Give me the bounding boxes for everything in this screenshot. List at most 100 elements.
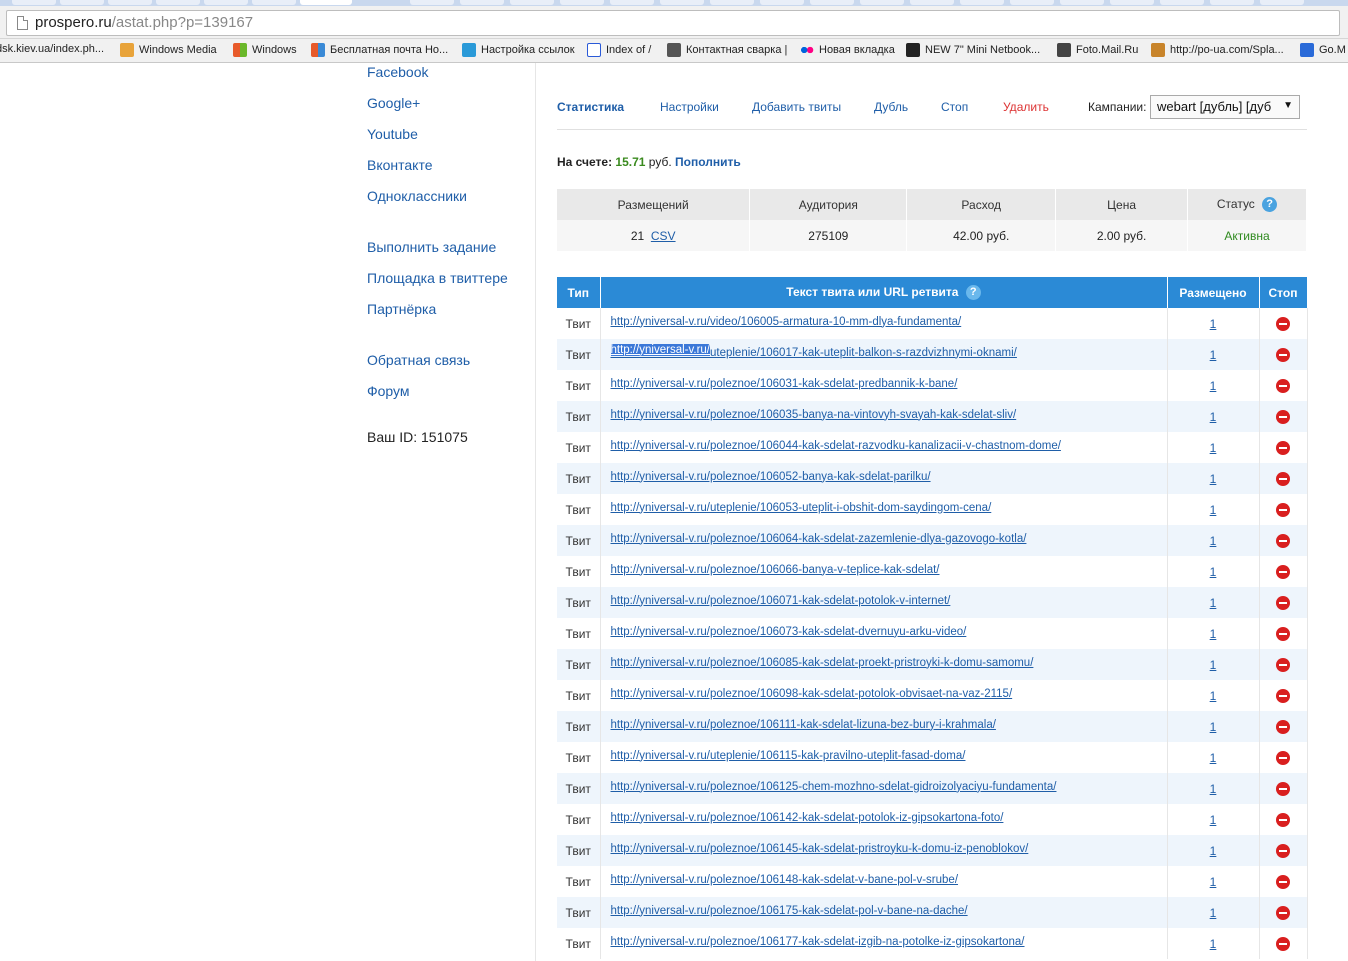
stop-icon[interactable] [1276, 347, 1290, 362]
campaign-select[interactable]: webart [дубль] [дуб ▼ [1150, 95, 1300, 119]
tweet-url-link[interactable]: http://yniversal-v.ru/poleznoe/106052-ba… [611, 471, 931, 483]
tweet-url-link[interactable]: http://yniversal-v.ru/poleznoe/106177-ka… [611, 936, 1025, 948]
placed-count-link[interactable]: 1 [1210, 534, 1217, 548]
browser-tab[interactable] [1010, 0, 1054, 5]
browser-tab[interactable] [1110, 0, 1154, 5]
stop-icon[interactable] [1276, 874, 1290, 889]
stop-icon[interactable] [1276, 316, 1290, 331]
stop-icon[interactable] [1276, 750, 1290, 765]
stop-icon[interactable] [1276, 471, 1290, 486]
tweet-url-link[interactable]: http://yniversal-v.ru/poleznoe/106031-ka… [611, 378, 958, 390]
stop-icon[interactable] [1276, 688, 1290, 703]
tweet-url-link[interactable]: http://yniversal-v.ru/poleznoe/106064-ka… [611, 533, 1027, 545]
placed-count-link[interactable]: 1 [1210, 503, 1217, 517]
placed-count-link[interactable]: 1 [1210, 906, 1217, 920]
sidebar-link-googleplus[interactable]: Google+ [367, 95, 420, 111]
help-icon[interactable]: ? [1262, 197, 1278, 213]
tweet-url-link[interactable]: http://yniversal-v.ru/uteplenie/106053-u… [611, 502, 992, 514]
tweet-url-link[interactable]: http://yniversal-v.ru/poleznoe/106148-ka… [611, 874, 959, 886]
browser-tab[interactable] [156, 0, 200, 5]
browser-tab[interactable] [460, 0, 504, 5]
sidebar-link-forum[interactable]: Форум [367, 383, 410, 399]
browser-tab[interactable] [410, 0, 454, 5]
stop-icon[interactable] [1276, 595, 1290, 610]
stop-icon[interactable] [1276, 378, 1290, 393]
sidebar-link-feedback[interactable]: Обратная связь [367, 352, 470, 368]
placed-count-link[interactable]: 1 [1210, 751, 1217, 765]
browser-tab[interactable] [560, 0, 604, 5]
csv-link[interactable]: CSV [651, 229, 676, 243]
browser-tab[interactable] [1260, 0, 1304, 5]
tweet-url-link[interactable]: http://yniversal-v.ru/poleznoe/106111-ka… [611, 719, 996, 731]
stop-icon[interactable] [1276, 812, 1290, 827]
tab-statistics[interactable]: Статистика [557, 100, 624, 114]
bookmark-item[interactable]: Бесплатная почта Но... [311, 43, 448, 57]
placed-count-link[interactable]: 1 [1210, 348, 1217, 362]
placed-count-link[interactable]: 1 [1210, 317, 1217, 331]
tweet-url-link[interactable]: http://yniversal-v.ru/poleznoe/106071-ka… [611, 595, 951, 607]
bookmark-item[interactable]: NEW 7" Mini Netbook... [906, 43, 1040, 57]
browser-tab[interactable] [810, 0, 854, 5]
url-text[interactable]: prospero.ru/astat.php?p=139167 [35, 14, 253, 31]
bookmark-item[interactable]: Go.M [1300, 43, 1346, 57]
placed-count-link[interactable]: 1 [1210, 720, 1217, 734]
placed-count-link[interactable]: 1 [1210, 782, 1217, 796]
browser-tab[interactable] [910, 0, 954, 5]
bookmark-item[interactable]: Windows Media [120, 43, 217, 57]
tweet-url-link[interactable]: http://yniversal-v.ru/poleznoe/106073-ka… [611, 626, 967, 638]
placed-count-link[interactable]: 1 [1210, 937, 1217, 951]
browser-tab[interactable] [204, 0, 248, 5]
browser-tab[interactable] [710, 0, 754, 5]
delete-button[interactable]: Удалить [1003, 100, 1049, 114]
browser-tab[interactable] [1210, 0, 1254, 5]
sidebar-link-twitter-platform[interactable]: Площадка в твиттере [367, 270, 508, 286]
bookmark-item[interactable]: dsk.kiev.ua/index.ph... [0, 43, 104, 55]
stop-icon[interactable] [1276, 657, 1290, 672]
stop-icon[interactable] [1276, 719, 1290, 734]
placed-count-link[interactable]: 1 [1210, 875, 1217, 889]
browser-tab[interactable] [252, 0, 296, 5]
browser-tab[interactable] [1060, 0, 1104, 5]
sidebar-link-facebook[interactable]: Facebook [367, 64, 428, 80]
tweet-url-link[interactable]: http://yniversal-v.ru/poleznoe/106066-ba… [611, 564, 940, 576]
placed-count-link[interactable]: 1 [1210, 596, 1217, 610]
stop-icon[interactable] [1276, 626, 1290, 641]
bookmark-item[interactable]: Foto.Mail.Ru [1057, 43, 1138, 57]
sidebar-link-youtube[interactable]: Youtube [367, 126, 418, 142]
tweet-url-link[interactable]: http://yniversal-v.ru/poleznoe/106035-ba… [611, 409, 1017, 421]
placed-count-link[interactable]: 1 [1210, 844, 1217, 858]
tab-settings[interactable]: Настройки [660, 100, 719, 114]
tab-stop[interactable]: Стоп [941, 100, 968, 114]
browser-tab[interactable] [12, 0, 56, 5]
tweet-url-link[interactable]: http://yniversal-v.ru/uteplenie/106115-k… [611, 750, 966, 762]
help-icon[interactable]: ? [965, 285, 981, 301]
placed-count-link[interactable]: 1 [1210, 410, 1217, 424]
tweet-url-link[interactable]: http://yniversal-v.ru/poleznoe/106044-ka… [611, 440, 1061, 452]
sidebar-link-odnoklassniki[interactable]: Одноклассники [367, 188, 467, 204]
tweet-url-link[interactable]: http://yniversal-v.ru/poleznoe/106142-ka… [611, 812, 1004, 824]
placed-count-link[interactable]: 1 [1210, 379, 1217, 393]
tab-add-tweets[interactable]: Добавить твиты [752, 100, 841, 114]
browser-tab[interactable] [960, 0, 1004, 5]
tweet-url-link[interactable]: http://yniversal-v.ru/uteplenie/106017-k… [610, 343, 1017, 359]
tweet-url-link[interactable]: http://yniversal-v.ru/poleznoe/106145-ka… [611, 843, 1029, 855]
stop-icon[interactable] [1276, 843, 1290, 858]
bookmark-item[interactable]: Настройка ссылок [462, 43, 575, 57]
stop-icon[interactable] [1276, 564, 1290, 579]
browser-tab[interactable] [1160, 0, 1204, 5]
placed-count-link[interactable]: 1 [1210, 565, 1217, 579]
stop-icon[interactable] [1276, 409, 1290, 424]
stop-icon[interactable] [1276, 936, 1290, 951]
stop-icon[interactable] [1276, 502, 1290, 517]
tweet-url-link[interactable]: http://yniversal-v.ru/poleznoe/106125-ch… [611, 781, 1057, 793]
placed-count-link[interactable]: 1 [1210, 472, 1217, 486]
browser-tab[interactable] [510, 0, 554, 5]
browser-tab[interactable] [610, 0, 654, 5]
url-input[interactable]: prospero.ru/astat.php?p=139167 [6, 10, 1340, 36]
bookmark-item[interactable]: http://po-ua.com/Spla... [1151, 43, 1284, 57]
placed-count-link[interactable]: 1 [1210, 627, 1217, 641]
topup-link[interactable]: Пополнить [675, 155, 741, 169]
tweet-url-link[interactable]: http://yniversal-v.ru/poleznoe/106098-ka… [611, 688, 1013, 700]
bookmark-item[interactable]: Новая вкладка [800, 43, 895, 57]
stop-icon[interactable] [1276, 533, 1290, 548]
